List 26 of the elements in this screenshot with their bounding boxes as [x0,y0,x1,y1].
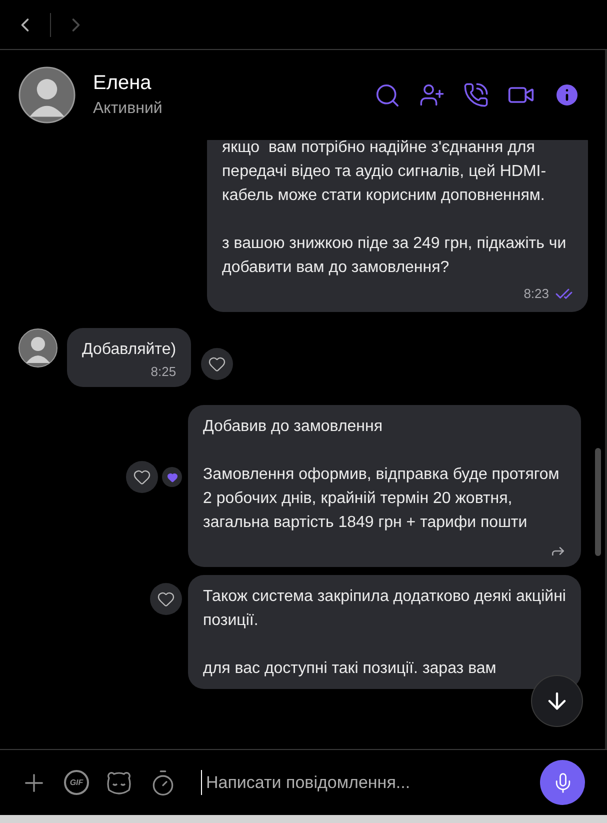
heart-icon [157,590,175,608]
react-button[interactable] [201,348,234,380]
message-time: 8:25 [150,362,176,380]
scrollbar[interactable] [595,448,601,556]
heart-icon [208,354,226,372]
heart-icon [133,468,151,486]
microphone-button[interactable] [540,760,585,805]
add-person-icon[interactable] [419,82,445,108]
message-input[interactable]: Написати повідомлення... [201,770,524,796]
search-icon[interactable] [374,82,401,108]
contact-status: Активний [93,99,162,119]
message-text: якщо вам потрібно надійне з'єднання для передачі відео та аудіо сигналів, цей HDMI-кабель може стати корисним доповненням. з вашою знижкою піде за 249 грн, підкажіть чи добавити вам до замовлення? [222,140,568,278]
message-text: Також система закріпила додатково деякі акційні позиції. для вас доступні такі позиції. зараз вам [203,587,566,679]
message-text: Добавляйте) [82,340,176,360]
contact-name: Елена [93,71,152,96]
react-button[interactable] [150,583,182,615]
react-button[interactable] [126,461,158,493]
message-time: 8:23 [524,285,549,303]
scroll-down-button[interactable] [531,675,583,727]
heart-icon [166,472,178,482]
contact-avatar [18,328,58,368]
bear-sticker-icon[interactable] [105,770,133,796]
phone-icon[interactable] [463,82,489,108]
contact-avatar [18,66,76,124]
gif-button[interactable]: GIF [64,770,89,795]
message-text: Добавив до замовлення Замовлення оформив, відправка буде протягом 2 робочих днів, крайній термін 20 жовтня, загальна вартість 1849 грн + тарифи пошти [203,417,560,533]
